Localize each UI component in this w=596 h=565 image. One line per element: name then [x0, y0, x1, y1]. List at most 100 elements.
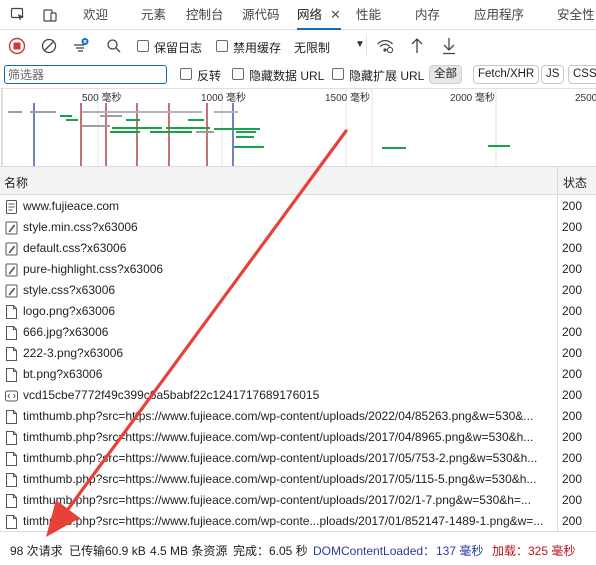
type-filter-all[interactable]: 全部: [429, 65, 462, 84]
tab-sources[interactable]: 源代码: [242, 0, 280, 30]
tab-label: 源代码: [242, 8, 280, 22]
table-row[interactable]: default.css?x63006 200: [0, 238, 596, 259]
table-row[interactable]: 666.jpg?x63006 200: [0, 322, 596, 343]
overview-tick-label: 2500: [575, 93, 596, 104]
type-filter-fetch-xhr[interactable]: Fetch/XHR: [473, 65, 540, 84]
filter-toggle-icon[interactable]: [72, 37, 90, 55]
request-name: style.css?x63006: [23, 283, 116, 297]
table-row[interactable]: timthumb.php?src=https://www.fujieace.co…: [0, 427, 596, 448]
tab-performance[interactable]: 性能: [356, 0, 381, 30]
dom-content-loaded-time: 137 毫秒: [436, 544, 484, 558]
request-status: 200: [562, 304, 583, 318]
stylesheet-icon: [5, 242, 18, 256]
image-file-icon: [5, 515, 18, 529]
network-overview-timeline[interactable]: 500 毫秒 1000 毫秒 1500 毫秒 2000 毫秒 2500: [0, 89, 596, 167]
table-row[interactable]: logo.png?x63006 200: [0, 301, 596, 322]
column-divider[interactable]: [557, 167, 558, 531]
table-row[interactable]: timthumb.php?src=https://www.fujieace.co…: [0, 469, 596, 490]
table-row[interactable]: timthumb.php?src=https://www.fujieace.co…: [0, 448, 596, 469]
table-row[interactable]: timthumb.php?src=https://www.fujieace.co…: [0, 511, 596, 531]
network-conditions-icon[interactable]: [376, 38, 394, 54]
image-file-icon: [5, 326, 18, 340]
tab-elements[interactable]: 元素: [141, 0, 166, 30]
request-name: 666.jpg?x63006: [23, 325, 109, 339]
request-bar: [196, 131, 214, 133]
image-file-icon: [5, 431, 18, 445]
request-name: timthumb.php?src=https://www.fujieace.co…: [23, 493, 531, 507]
table-row[interactable]: style.css?x63006 200: [0, 280, 596, 301]
table-row[interactable]: bt.png?x63006 200: [0, 364, 596, 385]
request-bar: [382, 147, 406, 149]
devtools-tab-bar: 欢迎 元素 控制台 源代码 网络 ✕ 性能 内存 应用程序 安全性: [0, 0, 596, 30]
preserve-log-label: 保留日志: [154, 41, 203, 55]
hide-extension-urls-checkbox[interactable]: [332, 68, 344, 80]
request-bar: [488, 145, 510, 147]
request-bar: [82, 125, 110, 127]
request-status: 200: [562, 241, 583, 255]
table-row[interactable]: timthumb.php?src=https://www.fujieace.co…: [0, 490, 596, 511]
tab-application[interactable]: 应用程序: [474, 0, 524, 30]
tab-label: 网络: [297, 8, 323, 22]
tab-label: 内存: [415, 8, 441, 22]
tab-label: 性能: [356, 8, 382, 22]
image-file-icon: [5, 305, 18, 319]
finish-time: 完成：6.05 秒: [233, 544, 308, 558]
overview-chart: 500 毫秒 1000 毫秒 1500 毫秒 2000 毫秒 2500: [1, 89, 596, 166]
tab-security[interactable]: 安全性: [557, 0, 595, 30]
tab-label: 元素: [141, 8, 167, 22]
type-filter-css[interactable]: CSS: [568, 65, 596, 84]
hide-extension-urls-label: 隐藏扩展 URL: [349, 69, 425, 83]
request-bar: [82, 111, 202, 113]
image-file-icon: [5, 473, 18, 487]
request-name: timthumb.php?src=https://www.fujieace.co…: [23, 451, 538, 465]
filter-input[interactable]: [4, 65, 167, 84]
table-row[interactable]: www.fujieace.com 200: [0, 196, 596, 217]
request-bar: [30, 111, 56, 113]
table-header: 名称 状态: [0, 167, 596, 195]
export-har-icon[interactable]: [441, 37, 457, 55]
close-tab-icon[interactable]: ✕: [330, 7, 341, 22]
table-row[interactable]: vcd15cbe7772f49c399c6a5babf22c1241717689…: [0, 385, 596, 406]
image-file-icon: [5, 368, 18, 382]
table-row[interactable]: pure-highlight.css?x63006 200: [0, 259, 596, 280]
disable-cache-checkbox[interactable]: [216, 40, 228, 52]
request-status: 200: [562, 493, 583, 507]
column-header-status[interactable]: 状态: [563, 174, 587, 191]
record-stop-icon[interactable]: [8, 37, 26, 55]
stylesheet-icon: [5, 263, 18, 277]
request-bar: [66, 119, 78, 121]
image-file-icon: [5, 347, 18, 361]
request-name: logo.png?x63006: [23, 304, 116, 318]
request-bar: [100, 115, 122, 117]
request-status: 200: [562, 325, 583, 339]
overview-tick-label: 1500 毫秒: [325, 91, 370, 104]
network-toolbar: 保留日志 禁用缓存 无限制 ▼: [0, 31, 596, 61]
hide-data-urls-checkbox[interactable]: [232, 68, 244, 80]
image-file-icon: [5, 494, 18, 508]
column-header-name[interactable]: 名称: [4, 174, 28, 191]
device-emulation-icon[interactable]: [42, 7, 58, 23]
throttling-select[interactable]: 无限制 ▼: [289, 35, 367, 57]
tab-welcome[interactable]: 欢迎: [83, 0, 108, 30]
stylesheet-icon: [5, 284, 18, 298]
tab-console[interactable]: 控制台: [186, 0, 224, 30]
table-row[interactable]: timthumb.php?src=https://www.fujieace.co…: [0, 406, 596, 427]
load-label: 加载：: [492, 544, 529, 558]
type-filter-js[interactable]: JS: [541, 65, 565, 84]
request-name: default.css?x63006: [23, 241, 127, 255]
invert-checkbox[interactable]: [180, 68, 192, 80]
tab-network[interactable]: 网络 ✕: [297, 0, 341, 30]
table-row[interactable]: style.min.css?x63006 200: [0, 217, 596, 238]
clear-log-icon[interactable]: [41, 38, 57, 54]
tab-memory[interactable]: 内存: [415, 0, 440, 30]
request-status: 200: [562, 262, 583, 276]
request-status: 200: [562, 346, 583, 360]
request-bar: [188, 119, 204, 121]
table-row[interactable]: 222-3.png?x63006 200: [0, 343, 596, 364]
search-icon[interactable]: [106, 38, 122, 54]
inspect-element-icon[interactable]: [10, 7, 26, 23]
request-name: bt.png?x63006: [23, 367, 103, 381]
overview-tick-label: 500 毫秒: [82, 91, 121, 104]
import-har-icon[interactable]: [409, 37, 425, 55]
preserve-log-checkbox[interactable]: [137, 40, 149, 52]
